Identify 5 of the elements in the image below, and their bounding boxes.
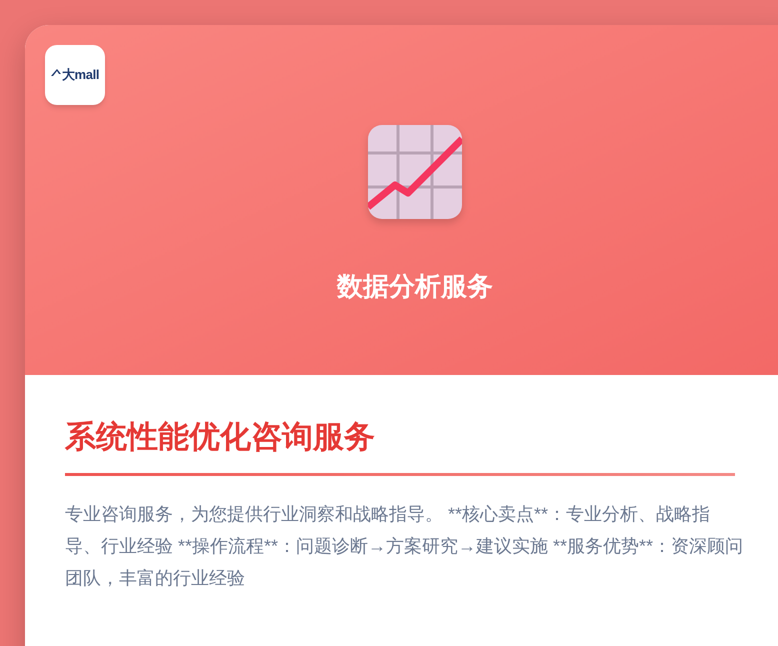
chart-icon <box>368 125 462 219</box>
service-description: 专业咨询服务，为您提供行业洞察和战略指导。 **核心卖点**：专业分析、战略指导、行业经验 **操作流程**：问题诊断→方案研究→建议实施 **服务优势**：资深顾问团队，丰富的行业经验 <box>65 503 744 590</box>
logo-text: 大mall <box>62 66 100 84</box>
header-title: 数据分析服务 <box>337 270 493 303</box>
service-title: 系统性能优化咨询服务 <box>65 418 376 456</box>
